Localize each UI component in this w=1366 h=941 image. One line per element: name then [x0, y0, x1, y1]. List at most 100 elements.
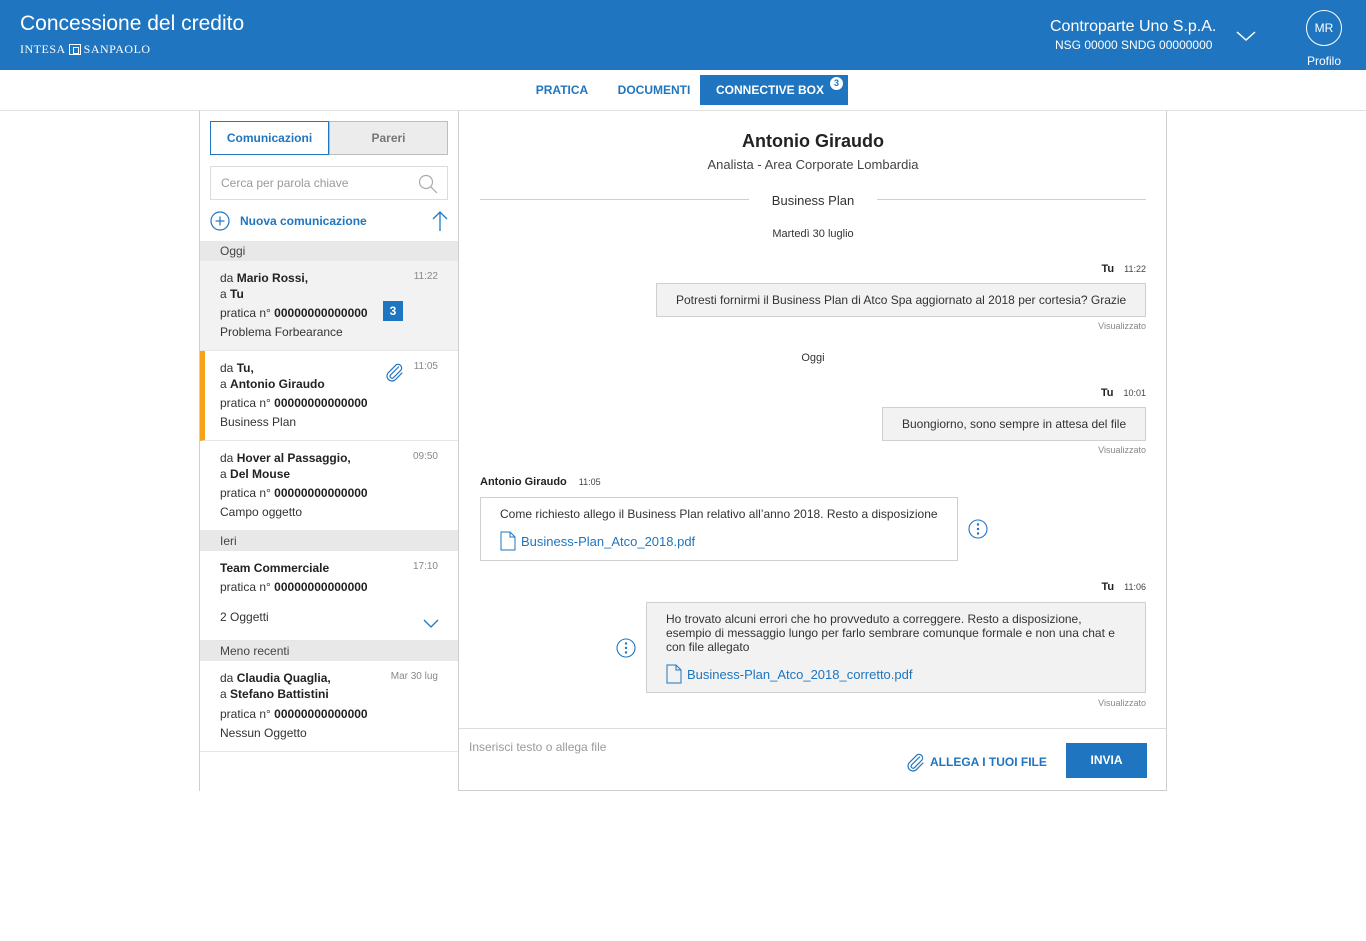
item-time: 09:50: [412, 451, 438, 462]
message-bubble: Buongiorno, sono sempre in attesa del fi…: [882, 407, 1146, 441]
plus-circle-icon: [210, 211, 230, 231]
item-time: 17:10: [412, 561, 438, 572]
item-to: a Tu: [220, 287, 244, 301]
item-subject: Problema Forbearance: [220, 325, 343, 339]
chevron-down-icon[interactable]: [422, 617, 440, 629]
message-bubble: Ho trovato alcuni errori che ho provvedu…: [646, 602, 1146, 693]
brand-mark-icon: [68, 44, 81, 55]
item-subject: 2 Oggetti: [220, 610, 269, 624]
message-text: Come richiesto allego il Business Plan r…: [500, 507, 938, 521]
conversation-subject: Business Plan: [771, 193, 855, 208]
message-meta: Tu 11:22: [1101, 263, 1146, 275]
item-to: a Stefano Battistini: [220, 687, 329, 701]
attachment-link[interactable]: Business-Plan_Atco_2018_corretto.pdf: [666, 664, 912, 684]
search-input[interactable]: [211, 167, 401, 199]
item-to: a Del Mouse: [220, 467, 291, 481]
new-communication-button[interactable]: Nuova comunicazione: [210, 211, 367, 231]
more-options-icon[interactable]: [616, 638, 636, 658]
group-header-meno-recenti: Meno recenti: [200, 641, 458, 661]
send-button[interactable]: INVIA: [1066, 743, 1147, 778]
paperclip-icon: [907, 753, 924, 772]
item-from: da Claudia Quaglia,: [220, 671, 331, 685]
attach-files-label: ALLEGA I TUOI FILE: [930, 755, 1047, 769]
more-options-icon[interactable]: [968, 519, 988, 539]
item-from: da Tu,: [220, 361, 254, 375]
tab-documenti[interactable]: DOCUMENTI: [610, 75, 698, 105]
message-status: Visualizzato: [1098, 698, 1146, 708]
list-item[interactable]: da Tu, a Antonio Giraudo pratica n° 0000…: [200, 351, 458, 441]
message-input[interactable]: [469, 737, 849, 757]
item-time: Mar 30 lug: [390, 671, 438, 682]
brand-text-right: SANPAOLO: [83, 42, 151, 56]
item-subject: Nessun Oggetto: [220, 726, 307, 740]
arrow-up-icon[interactable]: [431, 210, 449, 232]
list-item[interactable]: da Mario Rossi, a Tu pratica n° 00000000…: [200, 261, 458, 351]
day-separator: Oggi: [801, 352, 825, 364]
app-header: Concessione del credito INTESA SANPAOLO …: [0, 0, 1366, 70]
counterparty-name: Controparte Uno S.p.A.: [1050, 18, 1217, 35]
segment-pareri[interactable]: Pareri: [329, 121, 448, 155]
new-communication-label: Nuova comunicazione: [240, 214, 367, 228]
list-item[interactable]: Team Commerciale pratica n° 000000000000…: [200, 551, 458, 641]
message-status: Visualizzato: [1098, 321, 1146, 331]
attachment-filename: Business-Plan_Atco_2018.pdf: [521, 533, 696, 549]
item-from: da Mario Rossi,: [220, 271, 309, 285]
notification-badge: 3: [829, 76, 844, 91]
item-subject: Campo oggetto: [220, 505, 303, 519]
item-pratica: pratica n° 00000000000000: [220, 306, 368, 320]
brand-logo: INTESA SANPAOLO: [20, 42, 151, 57]
segmented-control: Comunicazioni Pareri: [210, 121, 448, 155]
item-to: a Antonio Giraudo: [220, 377, 325, 391]
divider: [877, 199, 1146, 200]
message-composer: ALLEGA I TUOI FILE INVIA: [459, 728, 1166, 790]
app-title: Concessione del credito: [20, 12, 245, 35]
search-icon[interactable]: [418, 174, 438, 194]
attach-files-button[interactable]: ALLEGA I TUOI FILE: [904, 751, 1047, 773]
document-icon: [500, 531, 516, 551]
list-item[interactable]: da Hover al Passaggio, a Del Mouse prati…: [200, 441, 458, 531]
avatar[interactable]: MR: [1306, 10, 1342, 46]
tab-connective-box-label: CONNECTIVE BOX: [715, 83, 824, 97]
item-from: Team Commerciale: [220, 561, 330, 575]
main-tabs: PRATICA DOCUMENTI CONNECTIVE BOX 3: [0, 70, 1366, 111]
tab-pratica[interactable]: PRATICA: [526, 75, 598, 105]
segment-comunicazioni[interactable]: Comunicazioni: [210, 121, 329, 155]
brand-text-left: INTESA: [20, 42, 66, 56]
message-text: Ho trovato alcuni errori che ho provvedu…: [666, 612, 1115, 654]
counterparty-info[interactable]: Controparte Uno S.p.A. NSG 00000 SNDG 00…: [1050, 18, 1216, 52]
paperclip-icon: [386, 363, 403, 382]
contact-role: Analista - Area Corporate Lombardia: [707, 157, 919, 172]
counterparty-codes: NSG 00000 SNDG 00000000: [1055, 38, 1213, 52]
tab-connective-box[interactable]: CONNECTIVE BOX 3: [700, 75, 848, 105]
message-meta: Antonio Giraudo 11:05: [480, 476, 601, 488]
message-status: Visualizzato: [1098, 445, 1146, 455]
message-bubble: Come richiesto allego il Business Plan r…: [480, 497, 958, 561]
item-pratica: pratica n° 00000000000000: [220, 396, 368, 410]
item-pratica: pratica n° 00000000000000: [220, 486, 368, 500]
group-header-oggi: Oggi: [200, 241, 458, 261]
unread-count-badge: 3: [383, 301, 403, 321]
message-bubble: Potresti fornirmi il Business Plan di At…: [656, 283, 1146, 317]
day-separator: Martedì 30 luglio: [772, 228, 854, 240]
item-from: da Hover al Passaggio,: [220, 451, 351, 465]
profile-label[interactable]: Profilo: [1304, 54, 1344, 68]
item-time: 11:22: [413, 271, 438, 282]
search-box: [210, 166, 448, 200]
group-header-ieri: Ieri: [200, 531, 458, 551]
document-icon: [666, 664, 682, 684]
conversation-panel: Antonio Giraudo Analista - Area Corporat…: [459, 111, 1167, 791]
item-time: 11:05: [413, 361, 438, 372]
list-item[interactable]: da Claudia Quaglia, a Stefano Battistini…: [200, 661, 458, 752]
contact-name: Antonio Giraudo: [742, 131, 884, 151]
item-subject: Business Plan: [220, 415, 297, 429]
item-pratica: pratica n° 00000000000000: [220, 580, 368, 594]
divider: [480, 199, 749, 200]
message-meta: Tu 10:01: [1100, 387, 1146, 399]
attachment-filename: Business-Plan_Atco_2018_corretto.pdf: [687, 666, 913, 682]
communications-sidebar: Comunicazioni Pareri Nuova comunicazione…: [199, 111, 459, 791]
message-meta: Tu 11:06: [1101, 581, 1146, 593]
chevron-down-icon[interactable]: [1235, 29, 1257, 43]
item-pratica: pratica n° 00000000000000: [220, 707, 368, 721]
profile-menu[interactable]: MR Profilo: [1304, 10, 1344, 68]
attachment-link[interactable]: Business-Plan_Atco_2018.pdf: [500, 531, 695, 551]
